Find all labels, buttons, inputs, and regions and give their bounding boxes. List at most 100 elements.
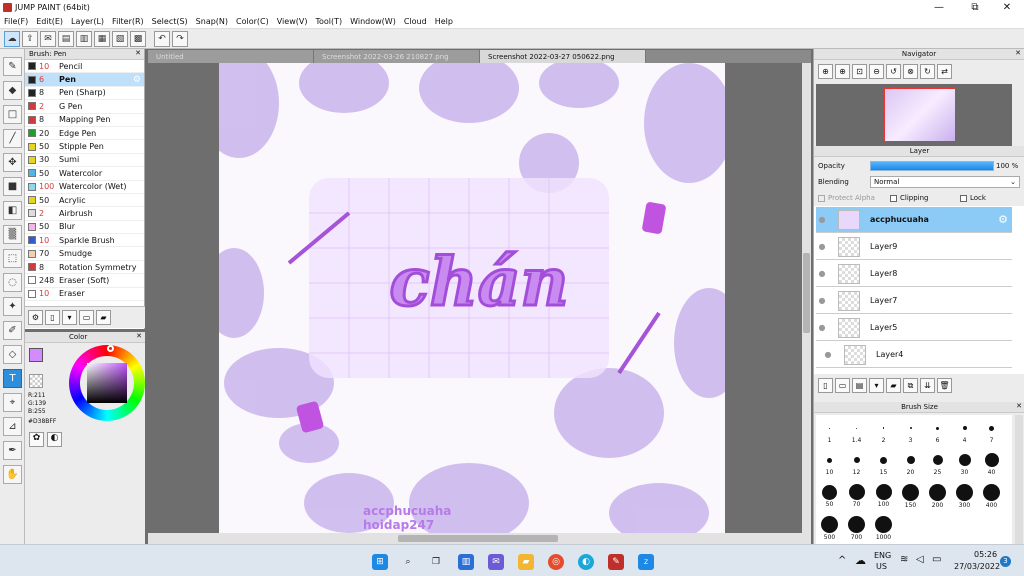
clock-date[interactable]: 27/03/2022 xyxy=(954,562,1000,571)
brush-size-option[interactable]: 1 xyxy=(816,419,843,447)
redo-icon[interactable]: ↷ xyxy=(172,30,188,47)
comment-icon[interactable]: ✉ xyxy=(40,30,56,47)
brush-item[interactable]: 50 Blur xyxy=(25,221,144,235)
merge-layer-icon[interactable]: ⇊ xyxy=(920,378,935,393)
zoom-out-icon[interactable]: ⊖ xyxy=(869,64,884,79)
brush-size-option[interactable]: 70 xyxy=(843,483,870,511)
navigator-preview[interactable] xyxy=(816,84,1012,146)
brush-item[interactable]: 2 Airbrush xyxy=(25,207,144,221)
layer-row-layer5[interactable]: ● Layer5 xyxy=(816,315,1012,341)
brush-item[interactable]: 10 Sparkle Brush xyxy=(25,234,144,248)
clock-time[interactable]: 05:26 xyxy=(974,550,997,559)
menu-layer[interactable]: Layer(L) xyxy=(67,17,108,26)
brush-item[interactable]: 10 Eraser xyxy=(25,288,144,302)
select-eraser-tool-icon[interactable]: ◇ xyxy=(3,345,22,364)
blending-select[interactable]: Normal ⌄ xyxy=(870,176,1020,188)
wifi-icon[interactable]: ≋ xyxy=(900,554,908,565)
task-view-icon[interactable]: ❐ xyxy=(428,554,444,570)
edge-icon[interactable]: ◐ xyxy=(578,554,594,570)
brush-tool-icon[interactable]: ✎ xyxy=(3,57,22,76)
brush-size-option[interactable]: 12 xyxy=(843,451,870,479)
language-code[interactable]: ENG xyxy=(874,551,891,560)
brush-item[interactable]: 10 Pencil xyxy=(25,60,144,74)
brush-size-option[interactable]: 20 xyxy=(897,451,924,479)
zoom-actual-icon[interactable]: ⊡ xyxy=(852,64,867,79)
layer-row-layer9[interactable]: ● Layer9 xyxy=(816,234,1012,260)
move-tool-icon[interactable]: ✥ xyxy=(3,153,22,172)
brush-item[interactable]: 50 Acrylic xyxy=(25,194,144,208)
brush-size-option[interactable]: 15 xyxy=(870,451,897,479)
rect-select-tool-icon[interactable]: ⬚ xyxy=(3,249,22,268)
chevron-up-icon[interactable]: ^ xyxy=(838,555,846,566)
navigator-viewport[interactable] xyxy=(884,88,956,142)
operation-tool-icon[interactable]: ⌖ xyxy=(3,393,22,412)
delete-layer-icon[interactable]: 🗑 xyxy=(937,378,952,393)
brush-size-option[interactable]: 400 xyxy=(978,483,1005,511)
menu-filter[interactable]: Filter(R) xyxy=(108,17,148,26)
menu-file[interactable]: File(F) xyxy=(0,17,32,26)
color-history-icon[interactable]: ◐ xyxy=(47,432,62,447)
drawing-canvas[interactable]: chán accphucuaha hoidap247 xyxy=(219,63,725,533)
menu-edit[interactable]: Edit(E) xyxy=(32,17,67,26)
new-layer-icon[interactable]: ▯ xyxy=(818,378,833,393)
hue-handle[interactable] xyxy=(107,345,114,352)
volume-icon[interactable]: ◁ xyxy=(916,554,924,565)
layer-options-icon[interactable]: ▾ xyxy=(869,378,884,393)
gradient-tool-icon[interactable]: ▒ xyxy=(3,225,22,244)
brush-size-option[interactable]: 2 xyxy=(870,419,897,447)
menu-select[interactable]: Select(S) xyxy=(148,17,192,26)
rotate-left-icon[interactable]: ↺ xyxy=(886,64,901,79)
eyedropper-tool-icon[interactable]: ⊿ xyxy=(3,417,22,436)
eye-icon[interactable]: ● xyxy=(816,269,828,278)
printer-icon[interactable]: ▤ xyxy=(58,30,74,47)
gear-icon[interactable]: ⚙ xyxy=(998,213,1008,226)
system-tray-icon[interactable]: ☁ xyxy=(855,554,866,567)
brush-size-option[interactable]: 200 xyxy=(924,483,951,511)
zoom-in-icon[interactable]: ⊕ xyxy=(835,64,850,79)
eye-icon[interactable]: ● xyxy=(816,215,828,224)
menu-snap[interactable]: Snap(N) xyxy=(192,17,232,26)
clipping-checkbox[interactable]: Clipping xyxy=(890,194,929,202)
palette-icon[interactable]: ✿ xyxy=(29,432,44,447)
lock-checkbox[interactable]: Lock xyxy=(960,194,986,202)
zoom-fit-icon[interactable]: ⊕ xyxy=(818,64,833,79)
vertical-scroll-thumb[interactable] xyxy=(803,253,810,333)
layer-row-layer8[interactable]: ● Layer8 xyxy=(816,261,1012,287)
maximize-button[interactable]: ⧉ xyxy=(958,0,992,15)
new-folder-icon[interactable]: ▰ xyxy=(886,378,901,393)
lasso-tool-icon[interactable]: ◌ xyxy=(3,273,22,292)
brush-size-option[interactable]: 1.4 xyxy=(843,419,870,447)
brush-item[interactable]: 20 Edge Pen xyxy=(25,127,144,141)
reset-view-icon[interactable]: ⊗ xyxy=(903,64,918,79)
magic-wand-tool-icon[interactable]: ✦ xyxy=(3,297,22,316)
menu-window[interactable]: Window(W) xyxy=(346,17,400,26)
brush-item[interactable]: 50 Stipple Pen xyxy=(25,140,144,154)
brush-size-option[interactable]: 7 xyxy=(978,419,1005,447)
close-icon[interactable]: ✕ xyxy=(136,332,142,340)
eye-icon[interactable]: ● xyxy=(816,242,828,251)
eye-icon[interactable]: ● xyxy=(816,323,828,332)
fill-rect-tool-icon[interactable]: ■ xyxy=(3,177,22,196)
brush-size-option[interactable]: 500 xyxy=(816,515,843,543)
hand-tool-icon[interactable]: ✋ xyxy=(3,465,22,484)
bucket-tool-icon[interactable]: ◧ xyxy=(3,201,22,220)
opacity-slider[interactable] xyxy=(870,161,994,171)
brush-size-option[interactable]: 25 xyxy=(924,451,951,479)
horizontal-scroll-thumb[interactable] xyxy=(398,535,558,542)
layer-row-layer7[interactable]: ● Layer7 xyxy=(816,288,1012,314)
undo-icon[interactable]: ↶ xyxy=(154,30,170,47)
brush-item[interactable]: 248 Eraser (Soft) xyxy=(25,274,144,288)
brush-item[interactable]: 8 Mapping Pen xyxy=(25,114,144,127)
search-icon[interactable]: ⌕ xyxy=(400,554,416,570)
pages-icon[interactable]: ▧ xyxy=(112,30,128,47)
tab-untitled[interactable]: Untitled xyxy=(148,50,314,63)
tab-screenshot-0327[interactable]: Screenshot 2022-03-27 050622.png xyxy=(480,50,646,63)
battery-icon[interactable]: ▭ xyxy=(932,554,941,565)
new-raster-icon[interactable]: ▭ xyxy=(835,378,850,393)
zalo-icon[interactable]: Z xyxy=(638,554,654,570)
menu-cloud[interactable]: Cloud xyxy=(400,17,431,26)
brush-size-option[interactable]: 4 xyxy=(951,419,978,447)
close-button[interactable]: ✕ xyxy=(990,0,1024,15)
export-icon[interactable]: ⇪ xyxy=(22,30,38,47)
brush-item[interactable]: 50 Watercolor xyxy=(25,167,144,181)
